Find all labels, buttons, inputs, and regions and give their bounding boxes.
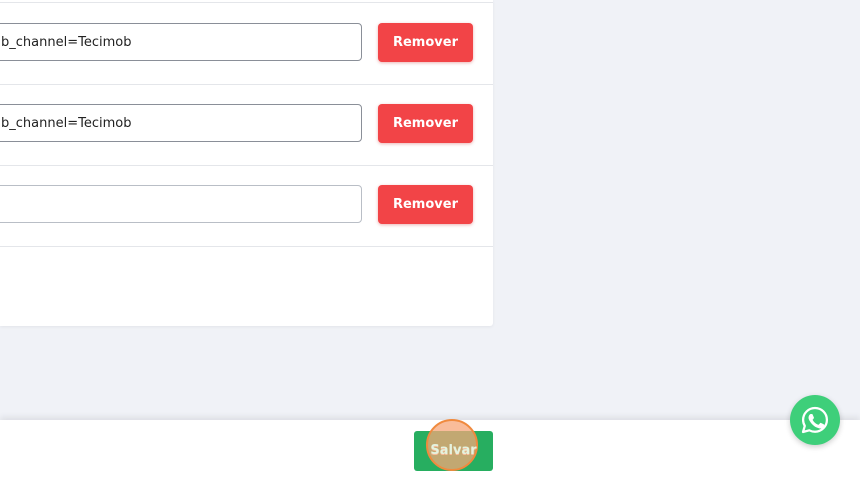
remove-button[interactable]: Remover [378,185,473,224]
remove-button[interactable]: Remover [378,23,473,62]
link-url-input[interactable] [0,104,362,142]
link-row: Remover [0,84,493,166]
whatsapp-icon [801,406,829,434]
links-card: Remover Remover Remover [0,0,493,326]
link-row: Remover [0,165,493,247]
link-url-input[interactable] [0,185,362,223]
remove-button[interactable]: Remover [378,104,473,143]
page: Remover Remover Remover Salvar Salvar [0,0,860,481]
whatsapp-chat-button[interactable] [790,395,840,445]
link-row: Remover [0,3,493,85]
save-button-label: Salvar [430,443,477,459]
save-button[interactable]: Salvar [414,431,493,471]
footer-bar: Salvar [0,420,860,481]
link-url-input[interactable] [0,23,362,61]
